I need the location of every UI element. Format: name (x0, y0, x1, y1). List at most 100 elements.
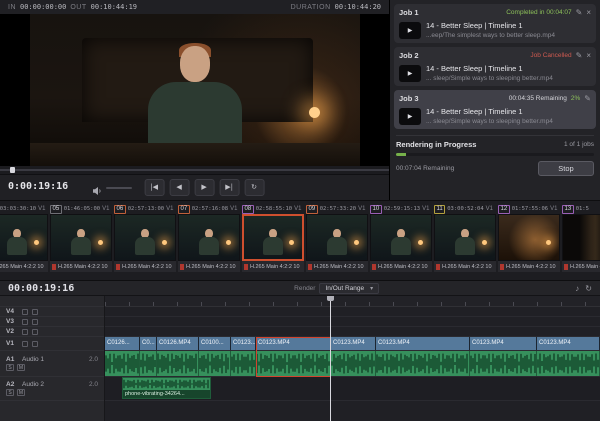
clip-track-label: V1 (358, 206, 366, 212)
audio-clip[interactable] (331, 351, 376, 376)
codec-label: H.265 Main 4:2:2 10 (378, 263, 428, 270)
video-viewer[interactable] (0, 14, 389, 166)
media-clip[interactable]: 10 02:59:15:13 V1 H.265 Main 4:2:2 10 (370, 204, 432, 280)
media-clip[interactable]: 04 03:03:30:10 V1 H.265 Main 4:2:2 10 (0, 204, 48, 280)
media-clip[interactable]: 13 01:5 H.265 Main 4:2:2 10 (562, 204, 600, 280)
track-enable-icon[interactable] (22, 308, 28, 315)
track-lane-v4[interactable] (105, 307, 600, 317)
duration-label: DURATION (290, 3, 331, 11)
mute-button[interactable]: M (17, 364, 25, 371)
track-enable-icon[interactable] (22, 318, 28, 325)
edit-job-icon[interactable]: ✎ (576, 8, 583, 17)
render-job-card-2[interactable]: Job 2 Job Cancelled ✎ × ▶ 14 - Better Sl… (394, 47, 596, 86)
audio-clip[interactable] (105, 351, 140, 376)
clip-timecode: 01:46:05:00 (63, 206, 101, 212)
render-range-dropdown[interactable]: Render In/Out Range ▾ (294, 282, 380, 294)
solo-button[interactable]: S (6, 389, 14, 396)
track-header-v4[interactable]: V4 (0, 307, 104, 317)
track-header-column: V4 V3 V2 V1 A1 Audio 1 2.0 S M A2 Audio … (0, 296, 105, 421)
play-reverse-button[interactable]: ◀ (169, 179, 190, 196)
solo-button[interactable]: S (6, 364, 14, 371)
lock-icon[interactable] (32, 308, 38, 315)
remove-job-icon[interactable]: × (586, 8, 591, 17)
render-progress-section: Rendering in Progress 1 of 1 jobs 00:07:… (396, 135, 594, 176)
loop-mode-icon[interactable]: ↻ (585, 284, 592, 293)
codec-label: H.265 Main 4:2:2 10 (186, 263, 236, 270)
codec-label: H.265 Main 4:2:2 10 (442, 263, 492, 270)
audio-clip[interactable] (537, 351, 600, 376)
edit-job-icon[interactable]: ✎ (576, 51, 583, 60)
audio-clip[interactable] (199, 351, 231, 376)
media-clip[interactable]: 07 02:57:16:08 V1 H.265 Main 4:2:2 10 (178, 204, 240, 280)
jump-to-first-button[interactable]: |◀ (144, 179, 165, 196)
audio-clip-name: phone-vibrating-34264... (123, 390, 210, 398)
timeline-clip[interactable]: C0126... (105, 337, 140, 350)
media-clip[interactable]: 09 02:57:33:20 V1 H.265 Main 4:2:2 10 (306, 204, 368, 280)
lock-icon[interactable] (32, 340, 38, 347)
media-clip-selected[interactable]: 08 02:58:55:10 V1 H.265 Main 4:2:2 10 (242, 204, 304, 280)
speaker-icon[interactable] (92, 183, 102, 201)
render-job-card-3[interactable]: Job 3 00:04:35 Remaining 2% ✎ ▶ 14 - Bet… (394, 90, 596, 129)
lock-icon[interactable] (32, 328, 38, 335)
codec-badge (564, 263, 568, 270)
in-timecode: 00:00:00:00 (20, 3, 67, 11)
timeline-panel: 00:00:19:16 Render In/Out Range ▾ ♪ ↻ V4 (0, 280, 600, 421)
track-header-v2[interactable]: V2 (0, 327, 104, 337)
timeline-clip-in-range[interactable]: C0123.MP4 (256, 337, 331, 350)
audio-clip-in-range[interactable] (256, 351, 331, 376)
video-frame (29, 14, 360, 166)
clip-number: 06 (114, 204, 126, 214)
audio-clip[interactable] (470, 351, 537, 376)
timeline-clip[interactable]: C0100... (199, 337, 231, 350)
timeline-clip[interactable]: C0123.MP4 (376, 337, 470, 350)
clip-track-label: V1 (38, 206, 46, 212)
audio-clip[interactable] (140, 351, 157, 376)
audio-clip[interactable] (157, 351, 199, 376)
duration-timecode: 00:10:44:20 (334, 3, 381, 11)
stop-button[interactable]: Stop (538, 161, 594, 176)
remove-job-icon[interactable]: × (586, 51, 591, 60)
audio-clip-phone[interactable]: phone-vibrating-34264... (122, 377, 211, 399)
playhead[interactable] (327, 296, 334, 421)
codec-badge (116, 263, 120, 270)
timeline-clip[interactable]: C0123.MP4 (470, 337, 537, 350)
track-header-a2[interactable]: A2 Audio 2 2.0 S M (0, 377, 104, 401)
track-header-v1[interactable]: V1 (0, 337, 104, 351)
audio-note-icon[interactable]: ♪ (575, 284, 579, 293)
timeline-ruler[interactable] (105, 296, 600, 307)
track-enable-icon[interactable] (22, 328, 28, 335)
volume-slider[interactable] (106, 187, 132, 189)
seek-track (0, 169, 389, 171)
track-lane-v2[interactable] (105, 327, 600, 337)
edit-job-icon[interactable]: ✎ (584, 94, 591, 103)
seek-position-marker[interactable] (10, 167, 15, 173)
lamp-glow (308, 106, 320, 118)
jump-to-last-button[interactable]: ▶| (219, 179, 240, 196)
clip-thumbnail (0, 214, 48, 261)
audio-clip[interactable] (231, 351, 256, 376)
track-header-a1[interactable]: A1 Audio 1 2.0 S M (0, 351, 104, 377)
mute-button[interactable]: M (17, 389, 25, 396)
media-clip[interactable]: 05 01:46:05:00 V1 H.265 Main 4:2:2 10 (50, 204, 112, 280)
media-clip[interactable]: 11 03:00:52:04 V1 H.265 Main 4:2:2 10 (434, 204, 496, 280)
track-lane-a2[interactable]: phone-vibrating-34264... (105, 377, 600, 401)
timeline-clip[interactable]: C0126.MP4 (157, 337, 199, 350)
audio-clip[interactable] (376, 351, 470, 376)
timeline-clip[interactable]: C0... (140, 337, 157, 350)
track-lane-v3[interactable] (105, 317, 600, 327)
track-enable-icon[interactable] (22, 340, 28, 347)
track-header-v3[interactable]: V3 (0, 317, 104, 327)
loop-button[interactable]: ↻ (244, 179, 265, 196)
viewer-seekbar[interactable] (0, 166, 389, 174)
timeline-clip[interactable]: C0123.MP4 (537, 337, 600, 350)
play-button[interactable]: ▶ (194, 179, 215, 196)
track-lane-a1[interactable] (105, 351, 600, 377)
timeline-clip[interactable]: C0123... (231, 337, 256, 350)
lock-icon[interactable] (32, 318, 38, 325)
track-lane-v1[interactable]: C0126... C0... C0126.MP4 C0100... C0123.… (105, 337, 600, 351)
timeline-clip[interactable]: C0123.MP4 (331, 337, 376, 350)
media-clip[interactable]: 06 02:57:13:00 V1 H.265 Main 4:2:2 10 (114, 204, 176, 280)
render-job-card-1[interactable]: Job 1 Completed in 00:04:07 ✎ × ▶ 14 - B… (394, 4, 596, 43)
codec-badge (180, 263, 184, 270)
media-clip[interactable]: 12 01:57:55:06 V1 H.265 Main 4:2:2 10 (498, 204, 560, 280)
